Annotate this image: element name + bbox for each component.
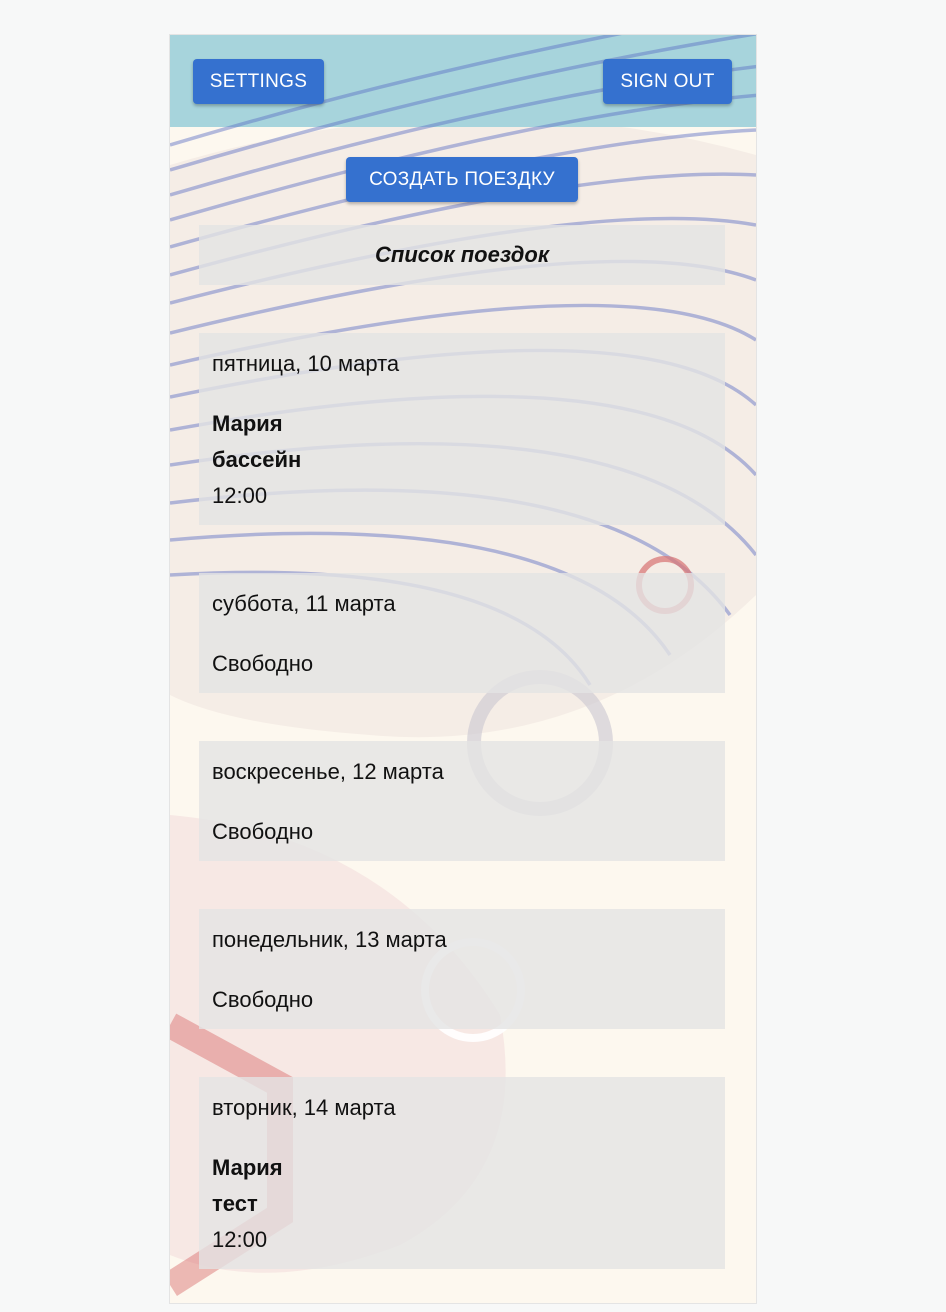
trip-card[interactable]: суббота, 11 марта Свободно — [199, 573, 725, 693]
trip-destination: тест — [212, 1191, 258, 1216]
trip-date: воскресенье, 12 марта — [212, 759, 444, 784]
trip-card[interactable]: вторник, 14 марта Мария тест 12:00 — [199, 1077, 725, 1269]
trip-card[interactable]: понедельник, 13 марта Свободно — [199, 909, 725, 1029]
trip-date: вторник, 14 марта — [212, 1095, 396, 1120]
trip-destination: бассейн — [212, 447, 302, 472]
trip-status: Свободно — [212, 987, 314, 1012]
trip-list-title: Список поездок — [199, 225, 725, 285]
trip-date: суббота, 11 марта — [212, 591, 396, 616]
trip-driver-name: Мария — [212, 1155, 283, 1180]
settings-button[interactable]: SETTINGS — [193, 59, 324, 104]
trip-card[interactable]: пятница, 10 марта Мария бассейн 12:00 — [199, 333, 725, 525]
trip-card[interactable]: воскресенье, 12 марта Свободно — [199, 741, 725, 861]
trip-driver-name: Мария — [212, 411, 283, 436]
app-screen: SETTINGS SIGN OUT СОЗДАТЬ ПОЕЗДКУ Список… — [170, 35, 756, 1303]
trip-date: понедельник, 13 марта — [212, 927, 447, 952]
create-trip-button[interactable]: СОЗДАТЬ ПОЕЗДКУ — [346, 157, 578, 202]
sign-out-button[interactable]: SIGN OUT — [603, 59, 732, 104]
trip-time: 12:00 — [212, 1227, 268, 1252]
trip-status: Свободно — [212, 819, 314, 844]
trip-status: Свободно — [212, 651, 314, 676]
trip-date: пятница, 10 марта — [212, 351, 400, 376]
trip-time: 12:00 — [212, 483, 268, 508]
top-bar: SETTINGS SIGN OUT — [170, 35, 756, 127]
